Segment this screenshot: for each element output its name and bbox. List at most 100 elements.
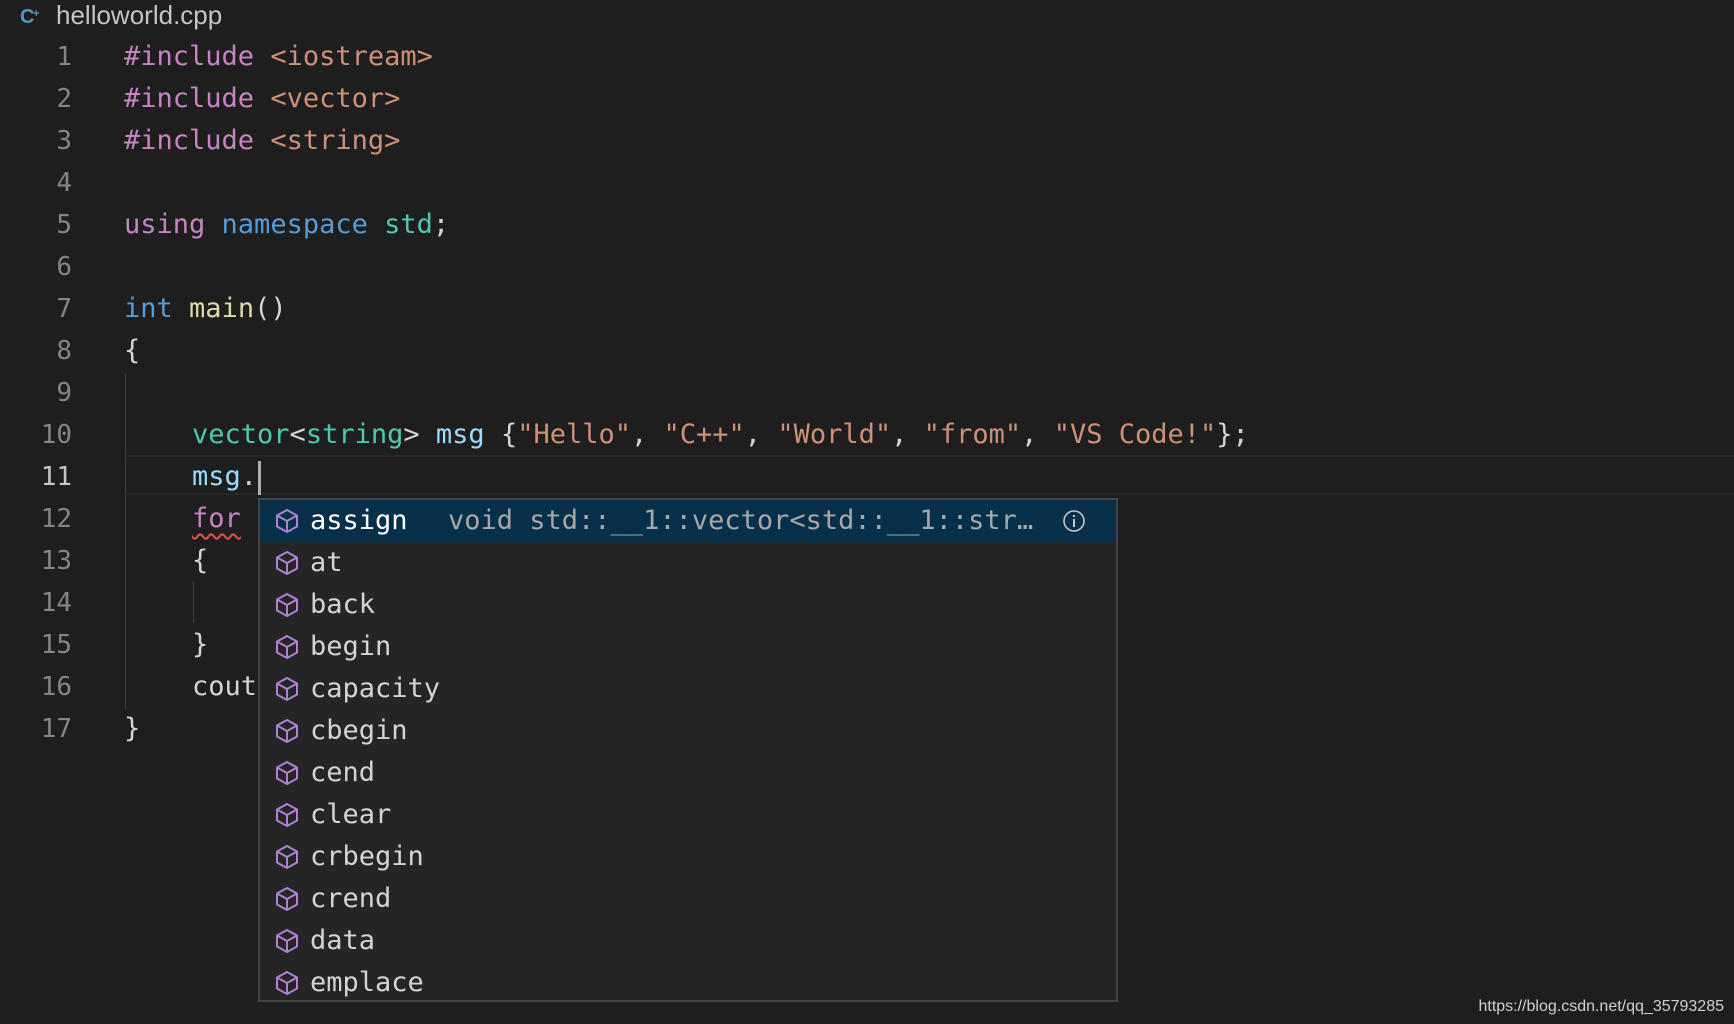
line-number[interactable]: 1 <box>0 36 72 78</box>
code-line[interactable]: 2 #include <vector> <box>0 78 1734 120</box>
code-line-active[interactable]: 11 msg. <box>0 456 1734 498</box>
include-path: <vector> <box>270 83 401 114</box>
code-line[interactable]: 7 int main() <box>0 288 1734 330</box>
semicolon: ; <box>432 209 450 240</box>
string-literal: "Hello" <box>517 419 631 450</box>
method-cube-icon <box>276 887 298 911</box>
brace-close: }; <box>1216 419 1249 450</box>
suggest-item-back[interactable]: back <box>260 584 1116 626</box>
editor-tab-bar: C + helloworld.cpp <box>0 0 1734 30</box>
suggest-item-label: begin <box>310 631 392 662</box>
using-keyword: using <box>124 209 206 240</box>
line-content[interactable]: int main() <box>124 288 287 330</box>
preprocessor-directive: #include <box>124 41 255 72</box>
suggest-item-label: assign <box>310 505 408 536</box>
line-content[interactable]: msg. <box>192 456 262 498</box>
line-number[interactable]: 6 <box>0 246 72 288</box>
code-line[interactable]: 1 #include <iostream> <box>0 36 1734 78</box>
namespace-name: std <box>384 209 433 240</box>
method-cube-icon <box>276 971 298 995</box>
line-number[interactable]: 9 <box>0 372 72 414</box>
comma: , <box>891 419 924 450</box>
string-literal: "from" <box>923 419 1022 450</box>
include-path: <string> <box>270 125 401 156</box>
line-number[interactable]: 8 <box>0 330 72 372</box>
line-content[interactable]: cout <box>192 666 257 708</box>
angle-open: < <box>289 419 306 450</box>
line-number[interactable]: 3 <box>0 120 72 162</box>
method-cube-icon <box>276 929 298 953</box>
line-number[interactable]: 16 <box>0 666 72 708</box>
line-number[interactable]: 2 <box>0 78 72 120</box>
method-cube-icon <box>276 593 298 617</box>
line-content[interactable]: } <box>192 624 208 666</box>
code-line[interactable]: 8 { <box>0 330 1734 372</box>
line-number[interactable]: 5 <box>0 204 72 246</box>
suggest-item-label: back <box>310 589 376 620</box>
line-number[interactable]: 14 <box>0 582 72 624</box>
comma: , <box>744 419 778 450</box>
line-number[interactable]: 15 <box>0 624 72 666</box>
line-number[interactable]: 4 <box>0 162 72 204</box>
line-number[interactable]: 7 <box>0 288 72 330</box>
suggest-item-cbegin[interactable]: cbegin <box>260 710 1116 752</box>
code-line[interactable]: 5 using namespace std; <box>0 204 1734 246</box>
include-path: <iostream> <box>270 41 433 72</box>
suggest-item-label: capacity <box>310 673 441 704</box>
method-cube-icon <box>276 761 298 785</box>
namespace-keyword: namespace <box>221 209 368 240</box>
suggest-item-cend[interactable]: cend <box>260 752 1116 794</box>
suggest-item-label: emplace <box>310 967 424 998</box>
suggest-item-label: cbegin <box>310 715 408 746</box>
line-number[interactable]: 11 <box>0 456 72 498</box>
cpp-file-icon: C + <box>20 0 46 30</box>
line-number[interactable]: 13 <box>0 540 72 582</box>
suggest-item-clear[interactable]: clear <box>260 794 1116 836</box>
line-number[interactable]: 17 <box>0 708 72 750</box>
line-content[interactable]: vector<string> msg {"Hello", "C++", "Wor… <box>192 414 1249 456</box>
code-line[interactable]: 3 #include <string> <box>0 120 1734 162</box>
code-line[interactable]: 4 <box>0 162 1734 204</box>
angle-close: > <box>403 419 420 450</box>
suggest-item-emplace[interactable]: emplace <box>260 962 1116 1000</box>
line-content[interactable]: #include <iostream> <box>124 36 433 78</box>
suggest-item-crbegin[interactable]: crbegin <box>260 836 1116 878</box>
suggest-item-assign[interactable]: assign void std::__1::vector<std::__1::s… <box>260 500 1116 542</box>
suggest-item-label: cend <box>310 757 376 788</box>
variable-name: msg <box>192 461 241 492</box>
line-content[interactable]: { <box>192 540 208 582</box>
line-number[interactable]: 12 <box>0 498 72 540</box>
svg-text:+: + <box>33 8 39 20</box>
autocomplete-suggest-widget[interactable]: assign void std::__1::vector<std::__1::s… <box>258 498 1118 1002</box>
code-line[interactable]: 9 <box>0 372 1734 414</box>
line-content[interactable]: for <box>192 498 241 540</box>
text-cursor <box>258 460 262 495</box>
dot-operator: . <box>240 461 258 492</box>
variable-name: msg <box>435 419 485 450</box>
suggest-item-at[interactable]: at <box>260 542 1116 584</box>
watermark-url: https://blog.csdn.net/qq_35793285 <box>1478 998 1724 1015</box>
line-content[interactable]: } <box>124 708 140 750</box>
suggest-item-crend[interactable]: crend <box>260 878 1116 920</box>
suggest-item-label: data <box>310 925 376 956</box>
line-number[interactable]: 10 <box>0 414 72 456</box>
type-name: vector <box>192 419 290 450</box>
line-content[interactable]: { <box>124 330 140 372</box>
suggest-item-label: crend <box>310 883 392 914</box>
type-keyword: int <box>124 293 173 324</box>
tab-file-name[interactable]: helloworld.cpp <box>56 0 222 30</box>
preprocessor-directive: #include <box>124 83 255 114</box>
for-keyword-error[interactable]: for <box>192 503 241 534</box>
line-content[interactable]: using namespace std; <box>124 204 449 246</box>
suggest-item-data[interactable]: data <box>260 920 1116 962</box>
code-line[interactable]: 10 vector<string> msg {"Hello", "C++", "… <box>0 414 1734 456</box>
info-icon[interactable] <box>1062 509 1086 533</box>
comma: , <box>631 419 664 450</box>
suggest-item-begin[interactable]: begin <box>260 626 1116 668</box>
method-cube-icon <box>276 551 298 575</box>
line-content[interactable]: #include <vector> <box>124 78 400 120</box>
suggest-item-label: crbegin <box>310 841 424 872</box>
line-content[interactable]: #include <string> <box>124 120 400 162</box>
suggest-item-capacity[interactable]: capacity <box>260 668 1116 710</box>
code-line[interactable]: 6 <box>0 246 1734 288</box>
